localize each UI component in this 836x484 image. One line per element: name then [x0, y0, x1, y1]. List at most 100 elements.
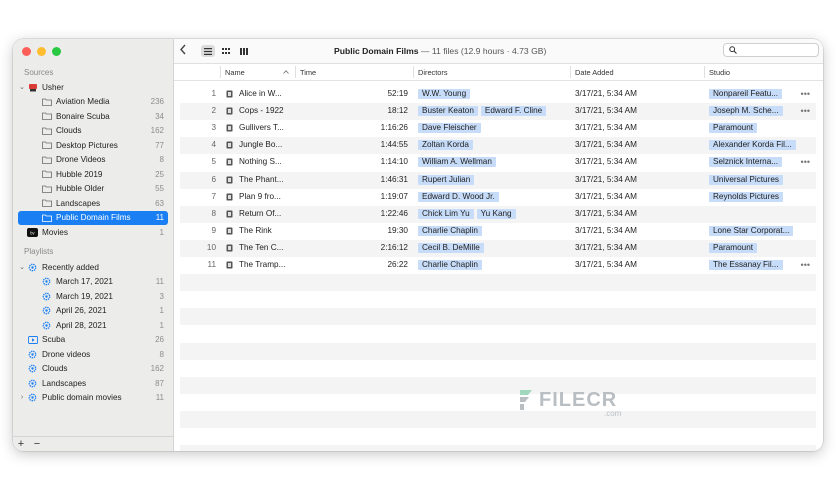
file-time: 19:30 [387, 225, 409, 235]
director-tag[interactable]: Charlie Chaplin [418, 225, 482, 236]
add-button[interactable]: + [13, 438, 29, 450]
director-tag[interactable]: Charlie Chaplin [418, 260, 482, 270]
sidebar-item-landscapes[interactable]: Landscapes 63 [18, 196, 168, 210]
table-row[interactable]: 3 Gullivers T... 1:16:26 Dave Fleischer 3/17… [180, 120, 816, 137]
table-row[interactable]: 6 The Phant... 1:46:31 Rupert Julian 3/17/21… [180, 171, 816, 189]
studio-tag[interactable]: Selznick Interna... [709, 157, 783, 168]
studio-tag[interactable]: The Essanay Fil... [709, 260, 783, 270]
empty-row [180, 325, 816, 342]
toolbar: Public Domain Films — 11 files (12.9 hou… [174, 39, 823, 64]
sidebar-item-recently-added[interactable]: ⌄ Recently added [18, 260, 168, 274]
disclosure-icon[interactable]: ⌄ [18, 83, 26, 91]
more-icon[interactable]: ••• [801, 157, 810, 167]
disclosure-icon[interactable]: › [18, 394, 26, 401]
column-time[interactable]: Time [300, 68, 316, 77]
studio-tag[interactable]: Reynolds Pictures [709, 191, 783, 202]
smart-playlist-icon [27, 363, 38, 374]
director-tag[interactable]: Rupert Julian [418, 174, 475, 185]
smart-playlist-icon [41, 305, 52, 316]
table-row[interactable]: 11 The Tramp... 26:22 Charlie Chaplin 3/17/2… [180, 257, 816, 274]
director-tag[interactable]: Dave Fleischer [418, 123, 481, 134]
column-date-added[interactable]: Date Added [575, 68, 614, 77]
column-name[interactable]: Name [225, 68, 245, 77]
sidebar-item-march-19-2021[interactable]: March 19, 2021 3 [18, 289, 168, 303]
row-number: 10 [206, 242, 216, 252]
column-directors[interactable]: Directors [418, 68, 448, 77]
table-row[interactable]: 9 The Rink 19:30 Charlie Chaplin 3/17/21, 5:… [180, 223, 816, 240]
movie-file-icon [226, 210, 233, 220]
sidebar-item-public-domain-movies[interactable]: › Public domain movies 11 [18, 391, 168, 405]
close-button[interactable] [22, 47, 31, 56]
sidebar-item-bonaire-scuba[interactable]: Bonaire Scuba 34 [18, 109, 168, 123]
more-icon[interactable]: ••• [801, 106, 810, 116]
grid-view-button[interactable] [219, 45, 233, 57]
file-time: 1:16:26 [380, 123, 408, 133]
disclosure-icon[interactable]: ⌄ [18, 263, 26, 271]
sidebar-item-march-17-2021[interactable]: March 17, 2021 11 [18, 275, 168, 289]
studio-tag[interactable]: Nonpareil Featu... [709, 89, 783, 99]
zoom-button[interactable] [52, 47, 61, 56]
director-tag[interactable]: Yu Kang [476, 208, 516, 219]
more-icon[interactable]: ••• [801, 260, 810, 270]
sidebar-item-label: Landscapes [56, 198, 101, 208]
sidebar-item-hubble-older[interactable]: Hubble Older 55 [18, 182, 168, 196]
director-tag[interactable]: Chick Lim Yu [418, 208, 474, 219]
sidebar-item-usher[interactable]: ⌄ Usher [18, 80, 168, 94]
table-row[interactable]: 4 Jungle Bo... 1:44:55 Zoltan Korda 3/17/21,… [180, 137, 816, 155]
sidebar-item-desktop-pictures[interactable]: Desktop Pictures 77 [18, 138, 168, 152]
folder-icon [41, 169, 52, 180]
studio-tag[interactable]: Paramount [709, 242, 758, 253]
sidebar-item-clouds[interactable]: Clouds 162 [18, 124, 168, 138]
table-row[interactable]: 8 Return Of... 1:22:46 Chick Lim Yu Yu Kang 3… [180, 205, 816, 223]
file-name: Alice in W... [239, 89, 282, 98]
back-button[interactable] [179, 44, 187, 58]
folder-icon [41, 183, 52, 194]
remove-button[interactable]: − [29, 438, 45, 450]
table-row[interactable]: 1 Alice in W... 52:19 W.W. Young 3/17/21, 5:… [180, 86, 816, 103]
director-tag[interactable]: Cecil B. DeMille [418, 242, 484, 253]
studio-tag[interactable]: Universal Pictures [709, 174, 783, 185]
studio-tag[interactable]: Joseph M. Sche... [709, 106, 783, 117]
sidebar-item-movies[interactable]: tv Movies 1 [18, 226, 168, 240]
directors-cell: Charlie Chaplin [418, 225, 574, 236]
sidebar-item-landscapes[interactable]: Landscapes 87 [18, 376, 168, 390]
column-view-button[interactable] [237, 45, 251, 57]
sidebar-item-hubble-2019[interactable]: Hubble 2019 25 [18, 167, 168, 181]
sidebar-item-label: Scuba [42, 335, 66, 345]
studio-tag[interactable]: Paramount [709, 123, 758, 134]
director-tag[interactable]: Zoltan Korda [418, 140, 473, 151]
table-row[interactable]: 7 Plan 9 fro... 1:19:07 Edward D. Wood Jr. 3… [180, 189, 816, 206]
column-view-icon [240, 47, 248, 55]
empty-row [180, 342, 816, 360]
director-tag[interactable]: Edward F. Cline [480, 106, 547, 117]
more-icon[interactable]: ••• [801, 89, 810, 99]
table-row[interactable]: 5 Nothing S... 1:14:10 William A. Wellman 3/… [180, 154, 816, 171]
sidebar-item-april-26-2021[interactable]: April 26, 2021 1 [18, 304, 168, 318]
sidebar-item-label: April 26, 2021 [56, 306, 107, 316]
sidebar-item-aviation-media[interactable]: Aviation Media 236 [18, 95, 168, 109]
movie-file-icon [226, 227, 233, 237]
studio-tag[interactable]: Lone Star Corporat... [709, 225, 794, 236]
file-name: The Tramp... [239, 260, 286, 269]
list-view-button[interactable] [201, 45, 215, 57]
sidebar-item-scuba[interactable]: Scuba 26 [18, 333, 168, 347]
director-tag[interactable]: Buster Keaton [418, 106, 478, 117]
table-row[interactable]: 2 Cops - 1922 18:12 Buster Keaton Edward F. … [180, 103, 816, 121]
sort-ascending-icon[interactable] [283, 70, 289, 74]
search-field[interactable] [723, 43, 819, 57]
table-row[interactable]: 10 The Ten C... 2:16:12 Cecil B. DeMille 3/1… [180, 239, 816, 257]
director-tag[interactable]: W.W. Young [418, 89, 471, 99]
studio-tag[interactable]: Alexander Korda Fil... [709, 140, 796, 151]
sidebar-item-clouds[interactable]: Clouds 162 [18, 362, 168, 376]
library-summary: — 11 files (12.9 hours · 4.73 GB) [418, 46, 547, 56]
minimize-button[interactable] [37, 47, 46, 56]
director-tag[interactable]: William A. Wellman [418, 157, 496, 168]
row-number: 4 [211, 140, 216, 150]
empty-row [180, 274, 816, 292]
director-tag[interactable]: Edward D. Wood Jr. [418, 191, 499, 202]
column-studio[interactable]: Studio [709, 68, 730, 77]
sidebar-item-public-domain-films[interactable]: Public Domain Films 11 [18, 210, 168, 225]
sidebar-item-drone-videos[interactable]: Drone videos 8 [18, 347, 168, 361]
sidebar-item-april-28-2021[interactable]: April 28, 2021 1 [18, 318, 168, 332]
sidebar-item-drone-videos[interactable]: Drone Videos 8 [18, 153, 168, 167]
